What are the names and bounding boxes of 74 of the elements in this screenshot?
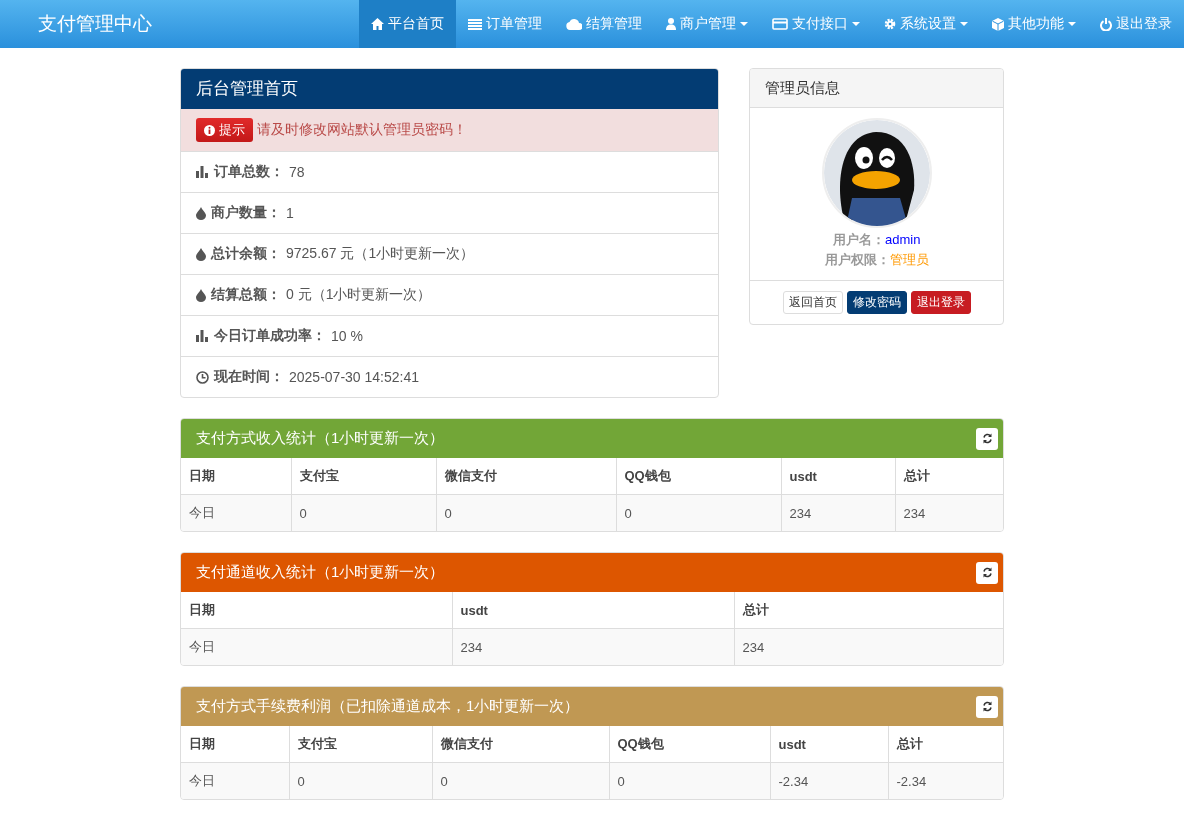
drop-icon <box>196 247 206 261</box>
role-value: 管理员 <box>889 252 929 267</box>
cube-icon <box>992 17 1004 31</box>
panel-title: 支付方式手续费利润（已扣除通道成本，1小时更新一次） <box>196 697 580 716</box>
table-cell: -2.34 <box>770 762 888 799</box>
info-icon <box>204 124 215 136</box>
stat-label: 今日订单成功率： <box>214 327 326 345</box>
bar-chart-icon <box>196 330 209 342</box>
action-button[interactable]: 返回首页 <box>782 291 843 314</box>
stat-label: 商户数量： <box>211 204 281 222</box>
panel-title: 后台管理首页 <box>181 69 719 109</box>
bar-chart-icon <box>196 166 209 178</box>
role-label: 用户权限： <box>824 252 890 267</box>
nav-item[interactable]: 其他功能 <box>980 0 1088 48</box>
action-button[interactable]: 退出登录 <box>910 291 971 314</box>
column-header: 日期 <box>181 592 452 629</box>
table-cell: 0 <box>432 762 609 799</box>
table-cell: 今日 <box>181 762 289 799</box>
list-icon <box>468 18 482 30</box>
table-cell: 0 <box>436 494 616 531</box>
table-cell: 0 <box>289 762 432 799</box>
refresh-button[interactable] <box>976 561 998 584</box>
action-button[interactable]: 修改密码 <box>846 291 907 314</box>
nav-item[interactable]: 结算管理 <box>554 0 654 48</box>
refresh-icon <box>981 567 993 578</box>
refresh-button[interactable] <box>976 695 998 718</box>
cloud-icon <box>566 18 582 30</box>
nav-item[interactable]: 支付接口 <box>760 0 872 48</box>
stat-value: 1 <box>286 205 294 221</box>
brand-title[interactable]: 支付管理中心 <box>0 0 359 48</box>
stat-value: 2025-07-30 14:52:41 <box>289 369 419 385</box>
table-cell: 234 <box>452 628 734 665</box>
stat-value: 78 <box>289 164 305 180</box>
table-cell: 234 <box>781 494 895 531</box>
power-icon <box>1100 17 1112 31</box>
panel-title: 支付通道收入统计（1小时更新一次） <box>196 563 445 582</box>
drop-icon <box>196 288 206 302</box>
table-cell: 234 <box>895 494 1003 531</box>
table-cell: 0 <box>609 762 770 799</box>
panel-title: 管理员信息 <box>750 69 1003 108</box>
table-cell: 今日 <box>181 628 452 665</box>
table-cell: 0 <box>291 494 436 531</box>
username-label: 用户名： <box>832 232 885 247</box>
stat-value: 9725.67 元（1小时更新一次） <box>286 245 475 263</box>
username-value: admin <box>884 232 921 247</box>
alert-message: 请及时修改网站默认管理员密码！ <box>257 121 467 139</box>
refresh-icon <box>981 433 993 444</box>
user-icon <box>666 18 676 30</box>
clock-icon <box>196 370 209 384</box>
stat-label: 现在时间： <box>214 368 284 386</box>
stat-value: 10 % <box>331 328 363 344</box>
table-cell: 0 <box>616 494 781 531</box>
gear-icon <box>884 18 896 30</box>
nav-item[interactable]: 平台首页 <box>359 0 456 48</box>
stat-label: 订单总数： <box>214 163 284 181</box>
nav-item[interactable]: 订单管理 <box>456 0 554 48</box>
table-cell: -2.34 <box>888 762 1003 799</box>
refresh-button[interactable] <box>976 427 998 450</box>
home-icon <box>371 18 384 30</box>
panel-title: 支付方式收入统计（1小时更新一次） <box>196 429 445 448</box>
refresh-icon <box>981 701 993 712</box>
column-header: 日期 <box>181 726 289 763</box>
tip-badge: 提示 <box>196 118 253 142</box>
nav-item[interactable]: 商户管理 <box>654 0 760 48</box>
card-icon <box>772 18 788 30</box>
stat-label: 结算总额： <box>211 286 281 304</box>
stat-label: 总计余额： <box>211 245 281 263</box>
drop-icon <box>196 206 206 220</box>
nav-item[interactable]: 系统设置 <box>872 0 980 48</box>
table-cell: 今日 <box>181 494 291 531</box>
table-cell: 234 <box>734 628 1003 665</box>
nav-item[interactable]: 退出登录 <box>1088 0 1184 48</box>
column-header: 日期 <box>181 458 291 495</box>
stat-value: 0 元（1小时更新一次） <box>286 286 432 304</box>
